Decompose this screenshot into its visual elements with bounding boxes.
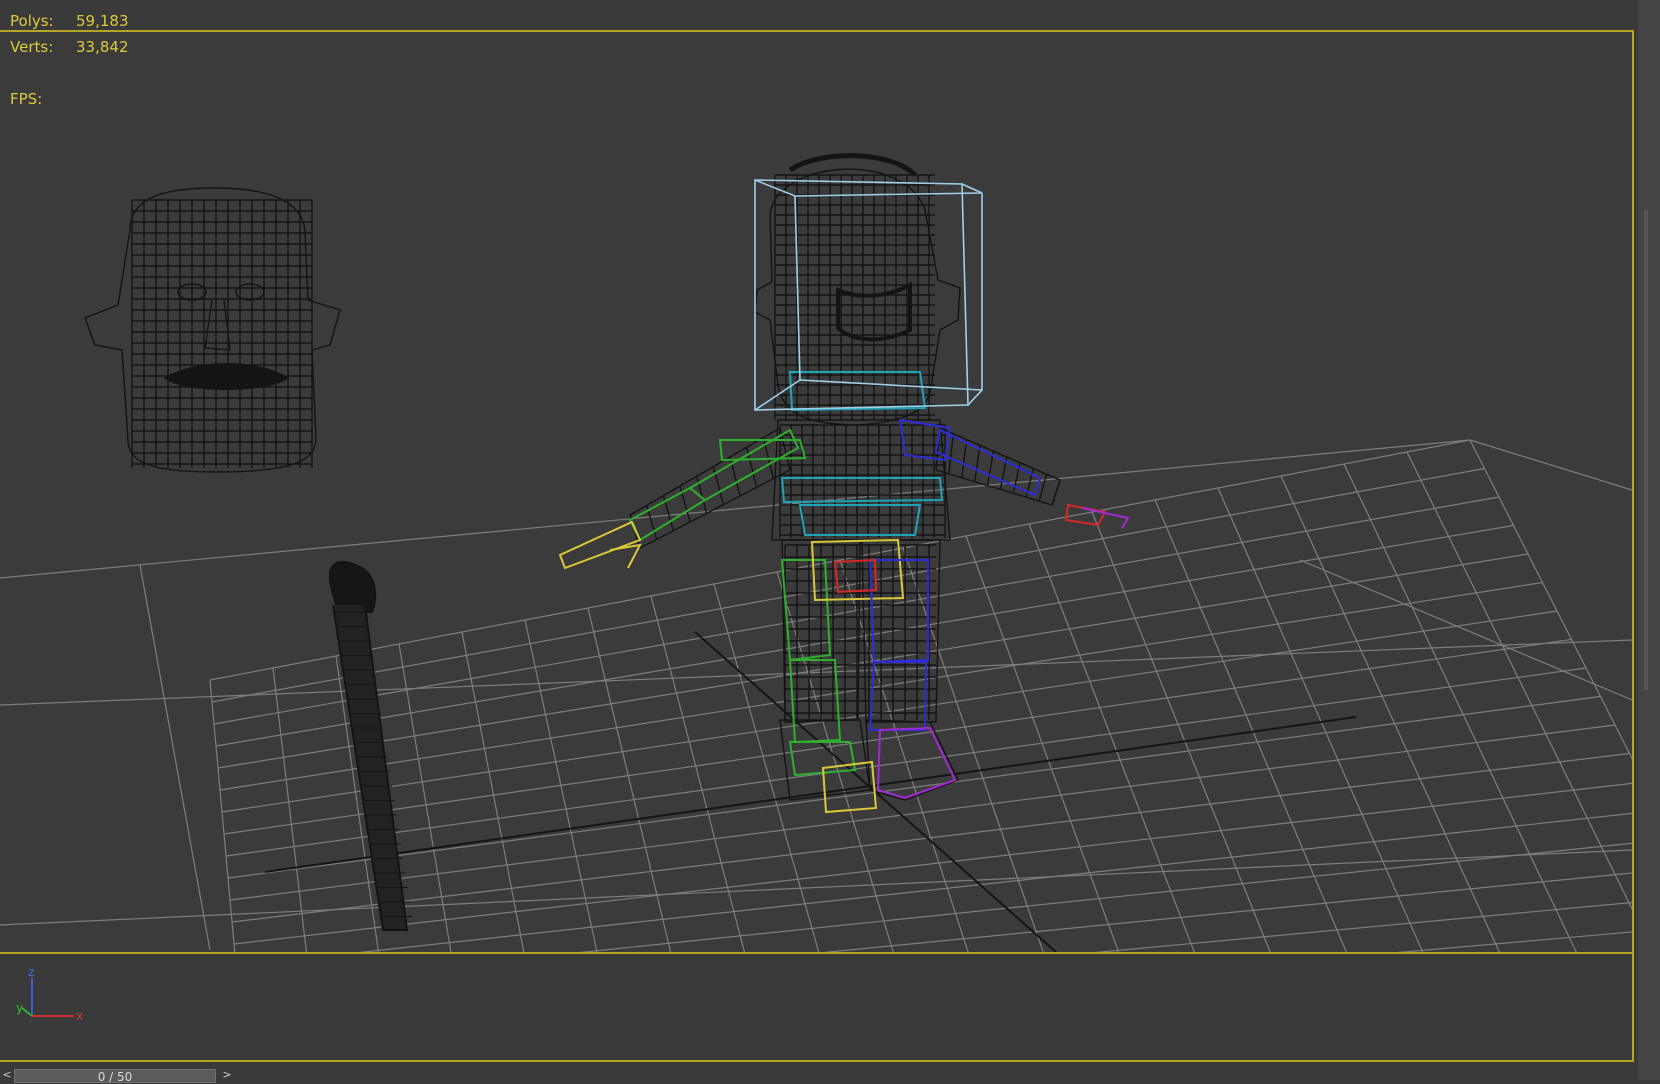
verts-value: 33,842: [76, 38, 129, 56]
viewport-scene[interactable]: [0, 0, 1660, 1080]
polys-label: Polys:: [10, 12, 54, 30]
time-slider-bar[interactable]: < 0 / 50 >: [0, 1062, 1634, 1084]
axis-z-label: z: [28, 966, 34, 979]
bottom-panel-right-border: [1632, 954, 1634, 1062]
time-slider-thumb[interactable]: 0 / 50: [14, 1069, 216, 1084]
scrollbar[interactable]: [1644, 210, 1648, 690]
axis-tripod-icon: z y x: [16, 966, 83, 1023]
stats-total-label: Total: [80, 0, 110, 10]
verts-label: Verts:: [10, 38, 54, 56]
viewport-app: Total Polys: 59,183 Verts: 33,842 FPS: z…: [0, 0, 1660, 1084]
right-panel-strip[interactable]: [1638, 0, 1660, 1080]
fps-label: FPS:: [10, 90, 43, 108]
cane-mesh[interactable]: [328, 561, 413, 931]
polys-value: 59,183: [76, 12, 129, 30]
axis-x-label: x: [76, 1009, 83, 1023]
grid-axis-x: [264, 716, 1357, 873]
head-mesh[interactable]: [84, 187, 341, 473]
viewport-statistics: Total Polys: 59,183 Verts: 33,842: [10, 0, 129, 60]
axis-y-label: y: [16, 1001, 23, 1015]
